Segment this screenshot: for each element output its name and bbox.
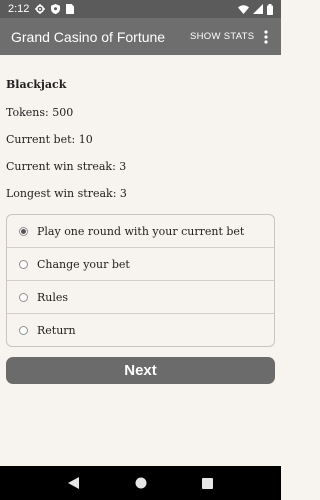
option-change-bet[interactable]: Change your bet [7,248,274,281]
status-right [238,3,273,15]
radio-unselected-icon[interactable] [19,292,28,302]
status-bar: 2:12 [0,0,281,18]
tokens-text: Tokens: 500 [6,106,74,119]
next-button[interactable]: Next [6,357,275,384]
wifi-icon [238,4,249,14]
sim-card-icon [66,4,75,14]
longest-win-streak-text: Longest win streak: 3 [6,187,127,200]
app-title: Grand Casino of Fortune [11,28,166,45]
option-label: Play one round with your current bet [37,224,245,238]
status-left: 2:12 [8,3,75,15]
more-vert-icon[interactable] [259,18,273,55]
battery-icon [267,3,273,15]
gear-icon [35,4,46,14]
game-title: Blackjack [6,78,67,91]
option-return[interactable]: Return [7,314,274,346]
nav-bar [0,466,281,500]
current-bet-text: Current bet: 10 [6,133,93,146]
radio-selected-icon[interactable] [19,226,28,236]
radio-unselected-icon[interactable] [19,326,28,335]
status-time: 2:12 [8,3,30,15]
show-stats-button[interactable]: SHOW STATS [190,18,254,55]
option-rules[interactable]: Rules [7,281,274,314]
radio-unselected-icon[interactable] [19,259,28,269]
back-icon[interactable] [64,473,84,493]
option-label: Return [37,324,76,337]
option-label: Rules [37,290,69,304]
option-play-round[interactable]: Play one round with your current bet [7,215,274,248]
options-list: Play one round with your current bet Cha… [6,214,275,347]
recents-icon[interactable] [198,473,218,493]
option-label: Change your bet [37,257,130,271]
signal-icon [253,4,263,14]
current-win-streak-text: Current win streak: 3 [6,160,127,173]
app-bar: Grand Casino of Fortune SHOW STATS [0,18,281,55]
home-icon[interactable] [131,473,151,493]
shield-icon [51,4,61,14]
